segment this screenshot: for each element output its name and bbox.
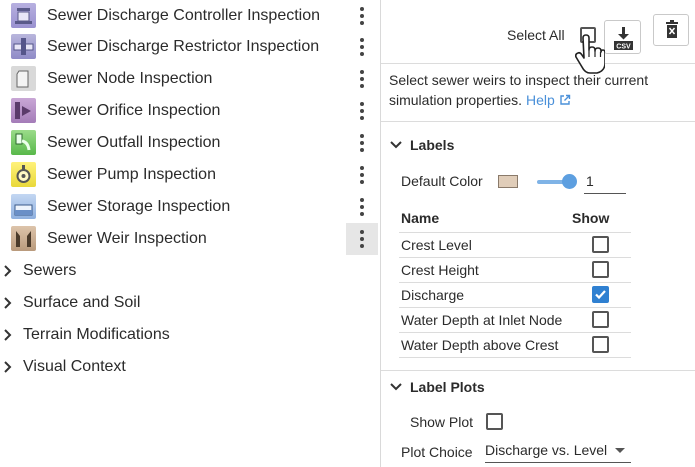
sewer-storage-icon	[11, 194, 36, 219]
plot-choice-select[interactable]: Discharge vs. Level	[485, 438, 631, 463]
label-name: Crest Level	[401, 237, 472, 253]
default-color-swatch[interactable]	[498, 175, 518, 188]
tree-item-outfall-inspection[interactable]: Sewer Outfall Inspection	[0, 127, 380, 159]
show-checkbox-discharge[interactable]	[592, 286, 609, 303]
show-checkbox-crest-height[interactable]	[592, 261, 609, 278]
labels-section-toggle[interactable]: Labels	[390, 135, 454, 155]
tree-item-label: Sewer Node Inspection	[47, 70, 213, 87]
show-plot-checkbox[interactable]	[486, 413, 503, 430]
project-tree: Sewer Discharge Controller Inspection Se…	[0, 0, 380, 467]
select-all-label: Select All	[507, 27, 565, 43]
tree-item-node-inspection[interactable]: Sewer Node Inspection	[0, 63, 380, 95]
label-name: Water Depth at Inlet Node	[401, 312, 563, 328]
labels-table: Name Show Crest Level Crest Height Disch…	[399, 207, 631, 358]
tree-item-label: Sewer Discharge Restrictor Inspection	[47, 38, 320, 55]
panel-description: Select sewer weirs to inspect their curr…	[389, 70, 689, 110]
inspection-panel: Select All CSV Select sewer weirs to ins…	[380, 0, 695, 467]
label-name: Discharge	[401, 287, 465, 303]
sewer-node-icon	[11, 66, 36, 91]
plot-choice-value: Discharge vs. Level	[485, 442, 608, 458]
chevron-down-icon	[390, 383, 402, 391]
tree-item-discharge-restrictor-inspection[interactable]: Sewer Discharge Restrictor Inspection	[0, 31, 380, 63]
tree-item-discharge-controller-inspection[interactable]: Sewer Discharge Controller Inspection	[0, 0, 380, 32]
chevron-right-icon	[4, 361, 12, 373]
tree-group-label: Sewers	[23, 262, 77, 279]
description-text: Select sewer weirs to inspect their curr…	[389, 72, 649, 108]
table-row: Water Depth at Inlet Node	[399, 308, 631, 333]
sewer-orifice-icon	[11, 98, 36, 123]
sewer-outfall-icon	[11, 130, 36, 155]
table-row: Water Depth above Crest	[399, 333, 631, 358]
check-icon	[595, 290, 606, 300]
tree-item-label: Sewer Discharge Controller Inspection	[47, 7, 321, 24]
tree-item-label: Sewer Storage Inspection	[47, 198, 231, 215]
column-header-name: Name	[401, 210, 440, 226]
sewer-pump-icon	[11, 162, 36, 187]
tree-item-orifice-inspection[interactable]: Sewer Orifice Inspection	[0, 95, 380, 127]
download-csv-icon: CSV	[614, 27, 633, 51]
label-size-slider-thumb[interactable]	[562, 174, 577, 189]
show-checkbox-water-depth-crest[interactable]	[592, 336, 609, 353]
external-link-icon	[559, 94, 570, 105]
default-color-label: Default Color	[401, 173, 483, 189]
more-options-icon[interactable]	[346, 127, 378, 159]
discharge-restrictor-icon	[11, 34, 36, 59]
help-link-label: Help	[525, 92, 555, 108]
label-name: Crest Height	[401, 262, 479, 278]
chevron-down-icon	[390, 141, 402, 149]
tree-item-pump-inspection[interactable]: Sewer Pump Inspection	[0, 159, 380, 191]
sewer-weir-icon	[11, 226, 36, 251]
tree-group-label: Visual Context	[23, 358, 126, 375]
table-row: Crest Height	[399, 258, 631, 283]
tree-item-weir-inspection[interactable]: Sewer Weir Inspection	[0, 223, 380, 255]
more-options-icon[interactable]	[346, 63, 378, 95]
download-csv-button[interactable]: CSV	[604, 20, 641, 54]
hand-pointer-cursor-icon	[575, 34, 605, 74]
show-plot-label: Show Plot	[410, 414, 474, 430]
chevron-right-icon	[4, 329, 12, 341]
more-options-icon[interactable]	[346, 159, 378, 191]
more-options-icon[interactable]	[346, 95, 378, 127]
tree-group-label: Surface and Soil	[23, 294, 141, 311]
dropdown-caret-icon	[615, 448, 625, 453]
label-name: Water Depth above Crest	[401, 337, 559, 353]
column-header-show: Show	[572, 210, 610, 226]
tree-item-label: Sewer Orifice Inspection	[47, 102, 221, 119]
table-row: Discharge	[399, 283, 631, 308]
label-plots-section-toggle[interactable]: Label Plots	[390, 377, 485, 397]
divider	[381, 370, 695, 371]
trash-icon	[666, 20, 678, 38]
table-row: Crest Level	[399, 233, 631, 258]
divider	[381, 121, 695, 122]
labels-table-header: Name Show	[399, 207, 631, 233]
more-options-icon[interactable]	[346, 191, 378, 223]
label-plots-section-title: Label Plots	[410, 379, 485, 395]
plot-choice-label: Plot Choice	[401, 444, 473, 460]
more-options-icon[interactable]	[346, 31, 378, 63]
show-checkbox-crest-level[interactable]	[592, 236, 609, 253]
discharge-controller-icon	[11, 3, 36, 28]
delete-button[interactable]	[653, 14, 689, 46]
chevron-right-icon	[4, 297, 12, 309]
tree-group-label: Terrain Modifications	[23, 326, 170, 343]
more-options-icon[interactable]	[346, 0, 378, 32]
panel-header: Select All CSV	[381, 0, 695, 74]
tree-item-label: Sewer Outfall Inspection	[47, 134, 221, 151]
label-size-input[interactable]: 1	[584, 170, 626, 194]
tree-item-label: Sewer Weir Inspection	[47, 230, 207, 247]
labels-section-title: Labels	[410, 137, 455, 153]
tree-item-label: Sewer Pump Inspection	[47, 166, 216, 183]
tree-item-storage-inspection[interactable]: Sewer Storage Inspection	[0, 191, 380, 223]
svg-text:CSV: CSV	[616, 44, 631, 51]
help-link[interactable]: Help	[526, 92, 571, 108]
show-checkbox-water-depth-inlet[interactable]	[592, 311, 609, 328]
more-options-icon[interactable]	[346, 223, 378, 255]
chevron-right-icon	[4, 265, 12, 277]
